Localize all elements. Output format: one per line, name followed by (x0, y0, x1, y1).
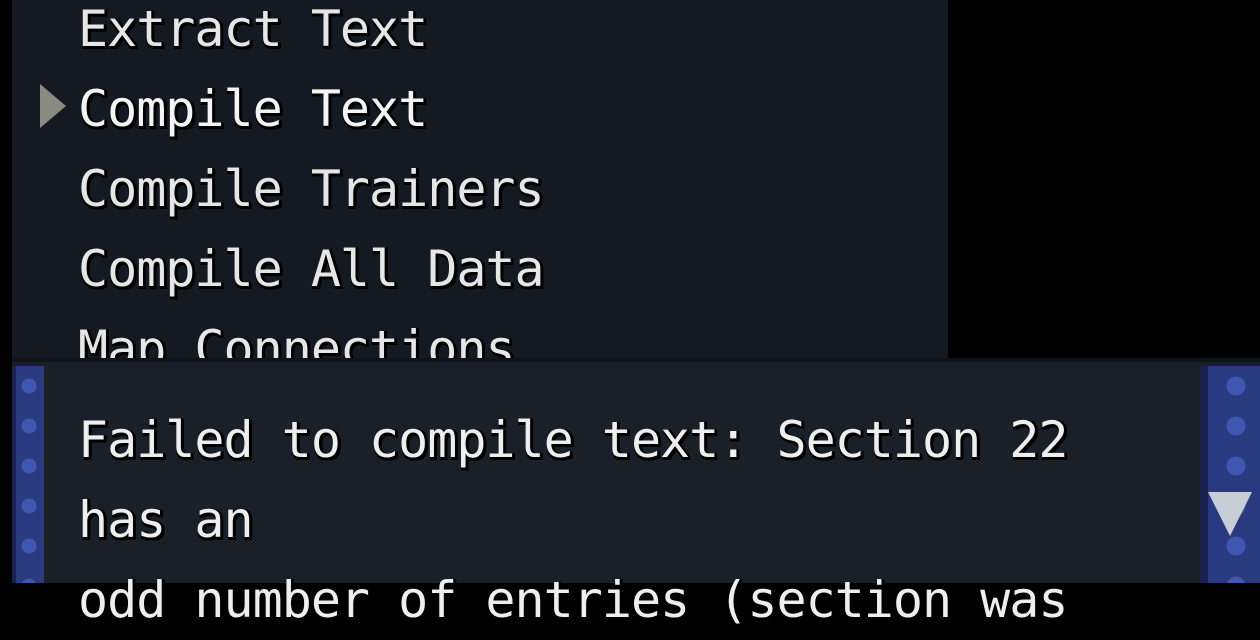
menu-item-map-connections[interactable]: Map Connections (78, 320, 516, 360)
menu-item-compile-text[interactable]: Compile Text (78, 80, 428, 160)
menu-item-extract-text[interactable]: Extract Text (78, 0, 428, 80)
down-arrow-icon[interactable] (1208, 492, 1252, 536)
menu-item-compile-all-data[interactable]: Compile All Data (78, 240, 545, 320)
message-text: Failed to compile text: Section 22 has a… (78, 400, 1178, 640)
message-window-right-border (1200, 366, 1260, 583)
selection-arrow-icon (40, 84, 66, 128)
debug-menu-window: Extract Text Compile Text Compile Traine… (12, 0, 948, 360)
message-line-1: Failed to compile text: Section 22 has a… (78, 411, 1069, 549)
menu-item-compile-trainers[interactable]: Compile Trainers (78, 160, 545, 240)
message-window[interactable]: Failed to compile text: Section 22 has a… (12, 358, 1260, 629)
message-line-2: odd number of entries (section was (78, 571, 1069, 629)
message-window-left-border (12, 366, 44, 583)
